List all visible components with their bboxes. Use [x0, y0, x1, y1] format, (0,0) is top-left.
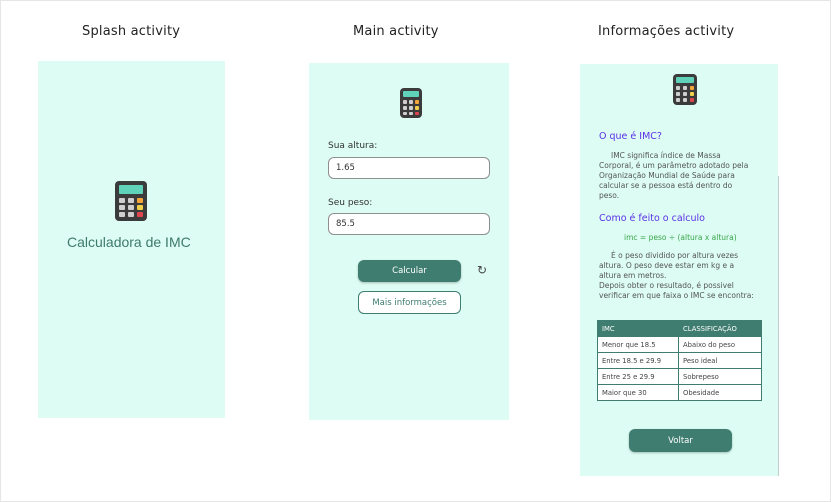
- back-button[interactable]: Voltar: [629, 429, 732, 452]
- formula-text: imc = peso ÷ (altura x altura): [624, 233, 737, 242]
- text-line: Organização Mundial de Saúde para: [599, 171, 735, 180]
- splash-app-title: Calculadora de IMC: [67, 234, 191, 250]
- table-header-row: IMC CLASSIFICAÇÃO: [597, 320, 762, 337]
- text-line: IMC significa índice de Massa: [611, 151, 721, 160]
- info-screen-edge: [778, 176, 779, 476]
- caption-splash: Splash activity: [82, 24, 181, 39]
- text-line: altura. O peso deve estar em kg e a: [599, 261, 735, 270]
- table-cell: Peso ideal: [678, 352, 762, 369]
- text-line: altura em metros.: [599, 271, 667, 280]
- calculator-icon: [115, 181, 147, 221]
- table-cell: Entre 18.5 e 29.9: [597, 352, 679, 369]
- caption-info: Informações activity: [598, 24, 735, 39]
- table-row: Entre 18.5 e 29.9 Peso ideal: [597, 352, 762, 369]
- text-line: Corporal, é um parâmetro adotado pela: [599, 161, 749, 170]
- text-line: É o peso dividido por altura vezes: [611, 251, 739, 260]
- table-cell: Menor que 18.5: [597, 336, 679, 353]
- table-cell: Obesidade: [678, 384, 762, 401]
- text-line: Depois obter o resultado, é possivel: [599, 281, 734, 290]
- weight-label: Seu peso:: [328, 198, 373, 208]
- weight-input[interactable]: 85.5: [328, 213, 490, 235]
- table-cell: Abaixo do peso: [678, 336, 762, 353]
- height-input[interactable]: 1.65: [328, 157, 490, 179]
- table-row: Maior que 30 Obesidade: [597, 384, 762, 401]
- height-label: Sua altura:: [328, 141, 378, 151]
- calculator-icon: [673, 74, 697, 105]
- calculate-button[interactable]: Calcular: [358, 260, 461, 282]
- caption-main: Main activity: [353, 24, 439, 39]
- table-cell: Maior que 30: [597, 384, 679, 401]
- more-info-button[interactable]: Mais informações: [358, 291, 461, 314]
- table-cell: Entre 25 e 29.9: [597, 368, 679, 385]
- table-row: Entre 25 e 29.9 Sobrepeso: [597, 368, 762, 385]
- what-is-imc-heading: O que é IMC?: [599, 131, 662, 142]
- text-line: verificar em que faixa o IMC se encontra…: [599, 291, 754, 300]
- table-cell: Sobrepeso: [678, 368, 762, 385]
- how-calculated-heading: Como é feito o calculo: [599, 213, 705, 224]
- table-header-imc: IMC: [597, 320, 679, 337]
- what-is-imc-text: IMC significa índice de Massa Corporal, …: [599, 151, 769, 201]
- how-calculated-text: É o peso dividido por altura vezes altur…: [599, 251, 774, 301]
- calculator-icon: [400, 88, 422, 118]
- imc-classification-table: IMC CLASSIFICAÇÃO Menor que 18.5 Abaixo …: [597, 320, 762, 401]
- text-line: peso.: [599, 191, 620, 200]
- table-row: Menor que 18.5 Abaixo do peso: [597, 336, 762, 353]
- height-input-value: 1.65: [336, 163, 355, 173]
- weight-input-value: 85.5: [336, 219, 355, 229]
- table-header-classification: CLASSIFICAÇÃO: [678, 320, 762, 337]
- text-line: calcular se a pessoa está dentro do: [599, 181, 733, 190]
- refresh-icon[interactable]: ↻: [477, 263, 487, 277]
